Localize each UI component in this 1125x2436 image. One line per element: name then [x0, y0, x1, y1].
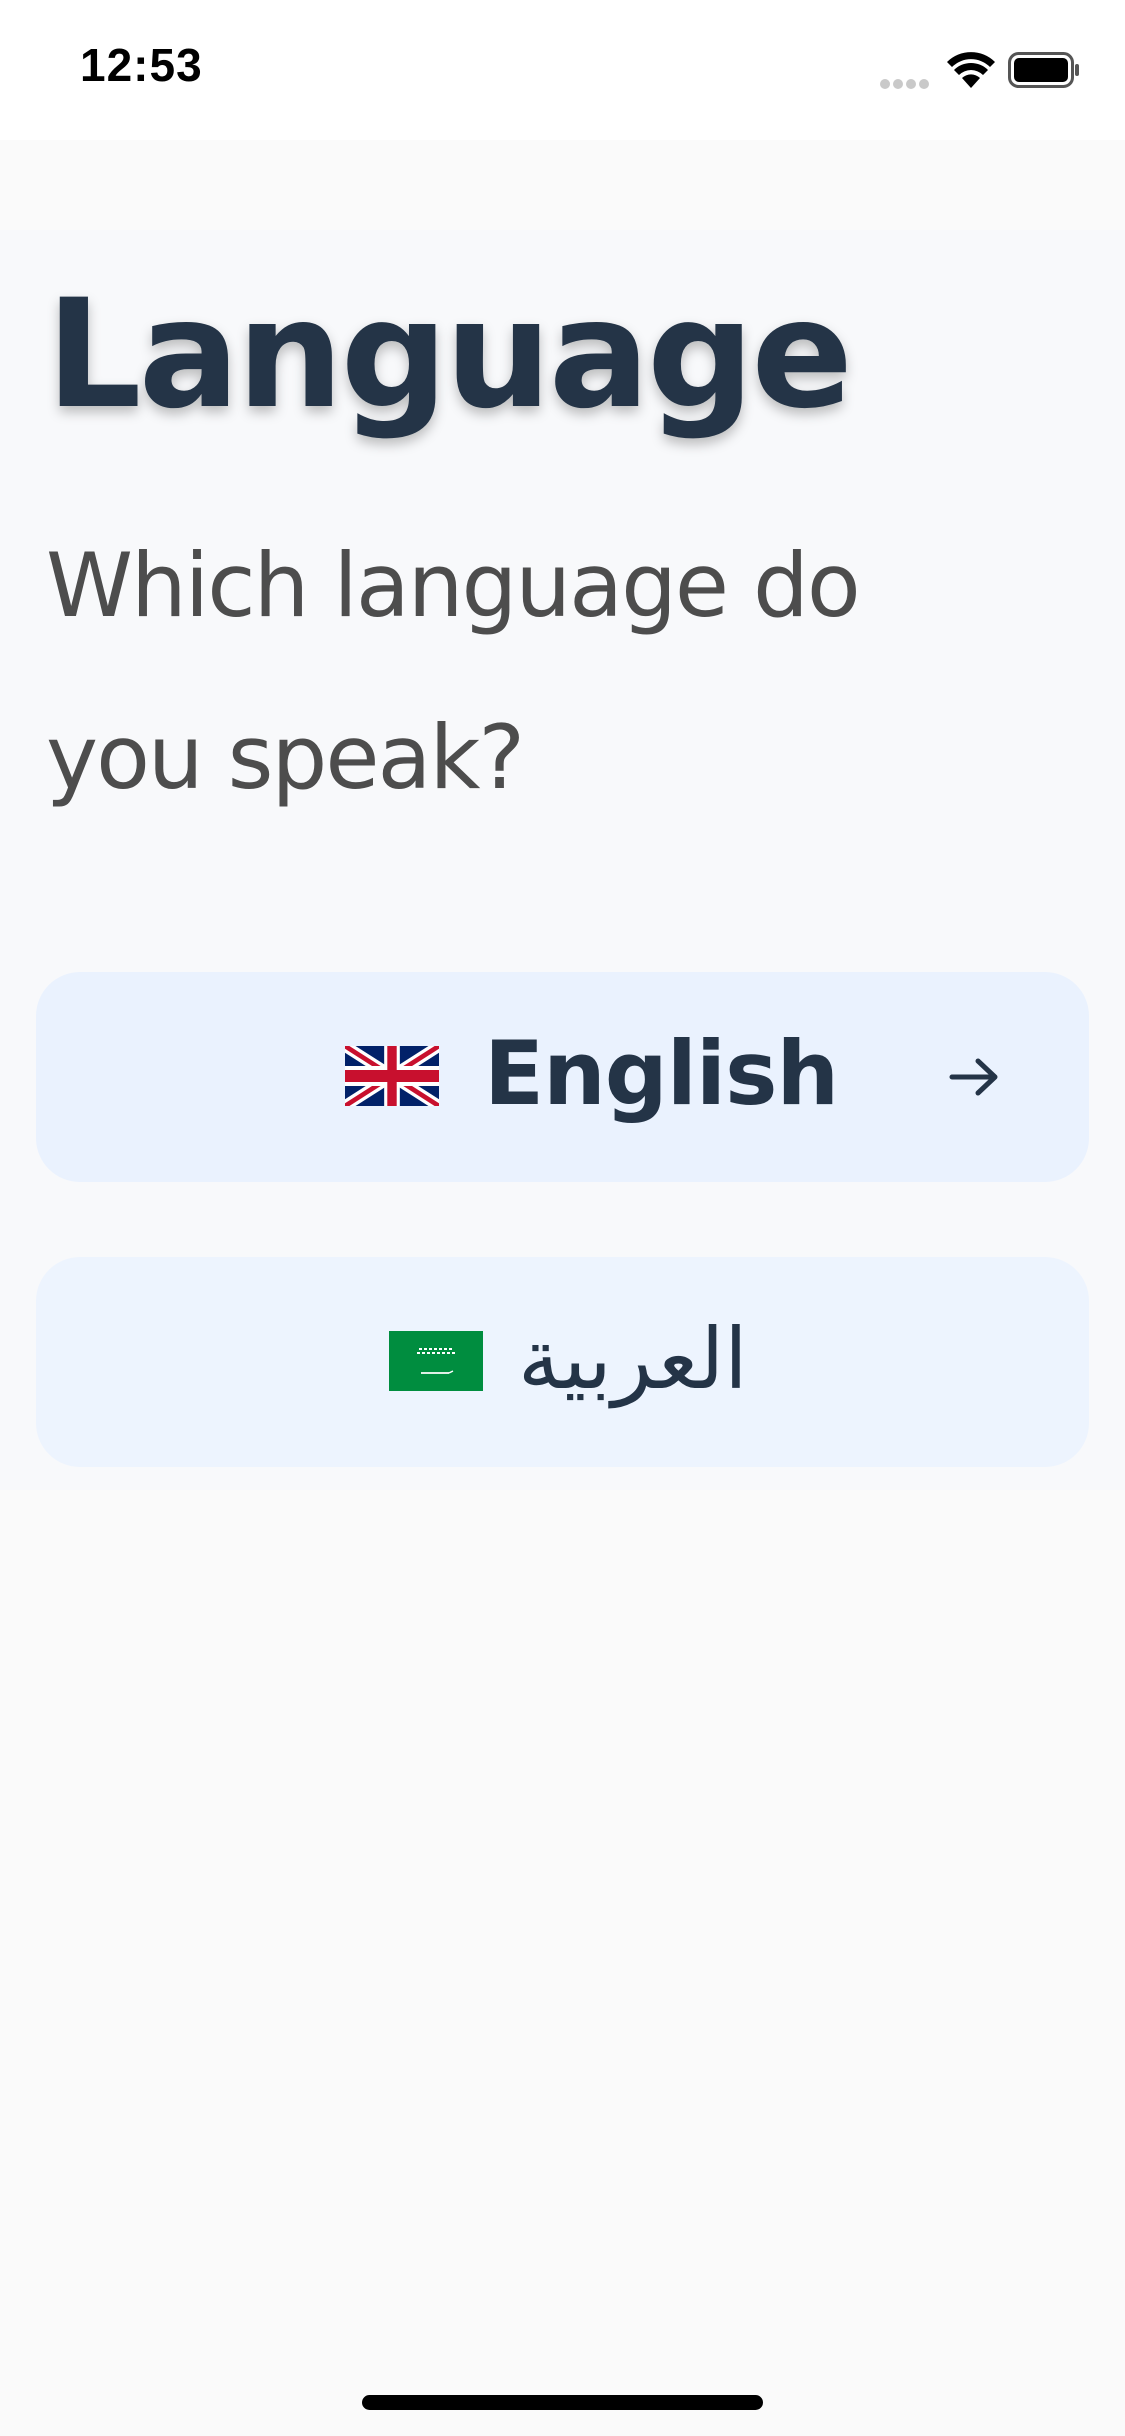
saudi-flag-icon: [389, 1331, 483, 1391]
status-time: 12:53: [80, 39, 203, 91]
subtitle-line-2: you speak?: [46, 706, 525, 809]
wifi-icon: [947, 52, 995, 88]
battery-icon: [1008, 52, 1079, 88]
page-title: Language: [46, 268, 853, 442]
english-label: English: [484, 1022, 839, 1125]
subtitle-line-1: Which language do: [46, 534, 861, 637]
uk-flag-icon: [345, 1046, 439, 1106]
home-indicator[interactable]: [362, 2395, 763, 2410]
cellular-signal-icon: [880, 74, 934, 89]
page-subtitle: Which language do you speak?: [46, 500, 946, 844]
status-bar: 12:53: [0, 0, 1125, 140]
english-language-button[interactable]: English: [36, 972, 1089, 1182]
arabic-label: العربية: [518, 1310, 749, 1408]
arrow-right-icon: [949, 1058, 998, 1096]
arabic-language-button[interactable]: العربية: [36, 1257, 1089, 1467]
